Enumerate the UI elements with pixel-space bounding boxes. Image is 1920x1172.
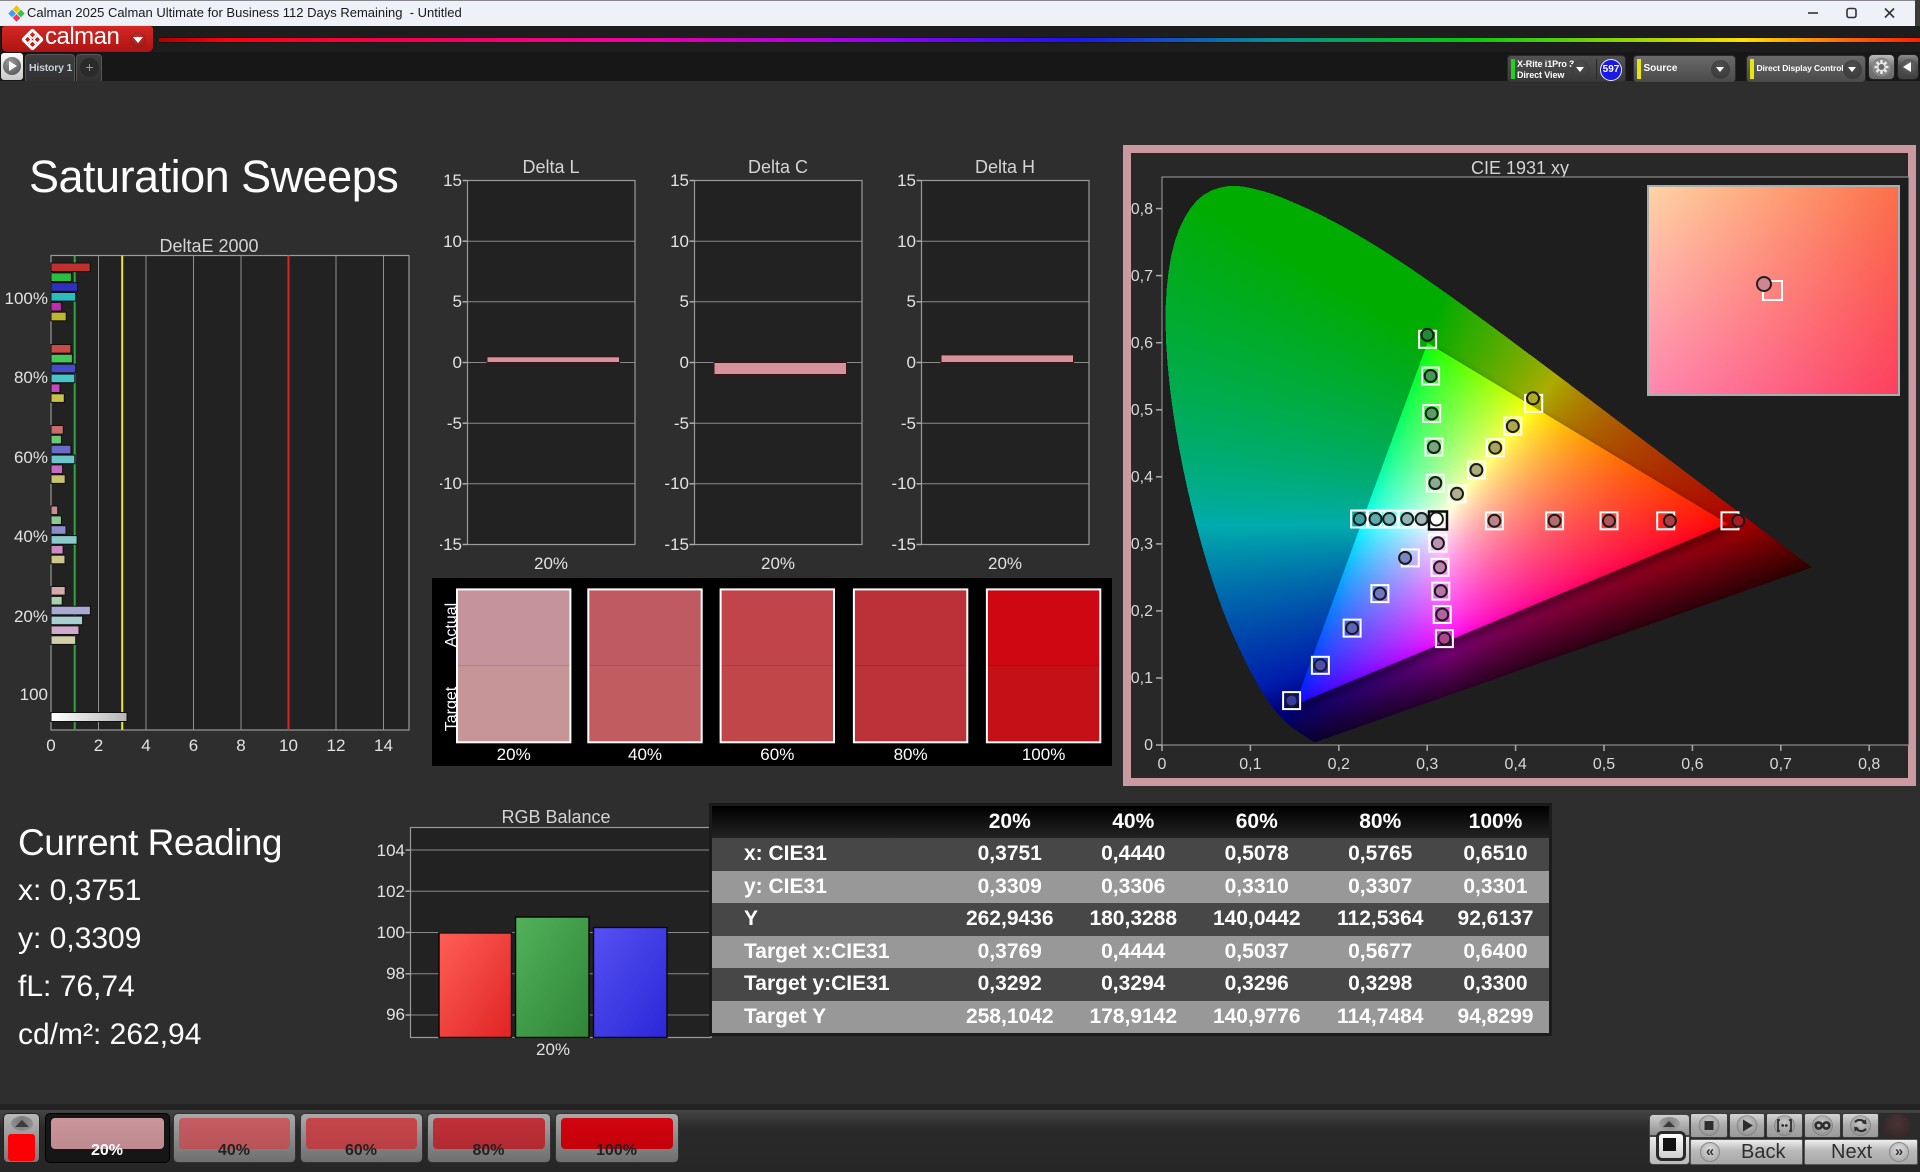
svg-text:0,2: 0,2 bbox=[1328, 756, 1350, 773]
svg-text:0: 0 bbox=[907, 353, 916, 372]
svg-text:10: 10 bbox=[897, 232, 916, 251]
svg-text:40%: 40% bbox=[628, 745, 662, 764]
svg-text:5: 5 bbox=[907, 292, 916, 311]
svg-text:60%: 60% bbox=[760, 745, 794, 764]
svg-text:-15: -15 bbox=[891, 535, 916, 554]
svg-text:14: 14 bbox=[374, 736, 393, 755]
svg-text:98: 98 bbox=[386, 964, 405, 983]
svg-text:100: 100 bbox=[377, 923, 405, 942]
svg-text:Delta H: Delta H bbox=[975, 157, 1035, 177]
svg-text:100%: 100% bbox=[1022, 745, 1065, 764]
svg-text:60%: 60% bbox=[14, 448, 48, 467]
svg-text:0: 0 bbox=[46, 736, 55, 755]
svg-text:20%: 20% bbox=[988, 554, 1022, 573]
svg-text:2: 2 bbox=[94, 736, 103, 755]
svg-text:80%: 80% bbox=[14, 368, 48, 387]
svg-text:96: 96 bbox=[386, 1005, 405, 1024]
svg-text:4: 4 bbox=[141, 736, 150, 755]
svg-text:10: 10 bbox=[443, 232, 462, 251]
svg-text:104: 104 bbox=[377, 841, 405, 860]
svg-text:10: 10 bbox=[279, 736, 298, 755]
svg-text:0: 0 bbox=[1144, 737, 1153, 754]
svg-text:20%: 20% bbox=[497, 745, 531, 764]
svg-text:Delta L: Delta L bbox=[522, 157, 579, 177]
svg-text:0,7: 0,7 bbox=[1131, 268, 1153, 285]
svg-text:100%: 100% bbox=[5, 289, 48, 308]
svg-text:100: 100 bbox=[20, 685, 48, 704]
svg-text:Delta C: Delta C bbox=[748, 157, 808, 177]
svg-text:6: 6 bbox=[189, 736, 198, 755]
svg-text:-15: -15 bbox=[664, 535, 689, 554]
svg-text:0,1: 0,1 bbox=[1131, 670, 1153, 687]
svg-text:-5: -5 bbox=[674, 414, 689, 433]
svg-text:-10: -10 bbox=[891, 474, 916, 493]
svg-text:0,8: 0,8 bbox=[1858, 756, 1880, 773]
svg-text:0,8: 0,8 bbox=[1131, 201, 1153, 218]
svg-text:15: 15 bbox=[670, 171, 689, 190]
svg-text:0,3: 0,3 bbox=[1131, 536, 1153, 553]
svg-text:0: 0 bbox=[453, 353, 462, 372]
svg-text:15: 15 bbox=[443, 171, 462, 190]
svg-text:20%: 20% bbox=[14, 607, 48, 626]
svg-text:10: 10 bbox=[670, 232, 689, 251]
svg-text:5: 5 bbox=[453, 292, 462, 311]
svg-text:12: 12 bbox=[327, 736, 346, 755]
svg-text:-10: -10 bbox=[664, 474, 689, 493]
svg-text:40%: 40% bbox=[14, 527, 48, 546]
svg-text:-10: -10 bbox=[440, 474, 462, 493]
svg-text:80%: 80% bbox=[894, 745, 928, 764]
svg-text:-15: -15 bbox=[440, 535, 462, 554]
svg-text:8: 8 bbox=[236, 736, 245, 755]
svg-text:0,7: 0,7 bbox=[1770, 756, 1792, 773]
svg-text:0,5: 0,5 bbox=[1131, 402, 1153, 419]
svg-text:20%: 20% bbox=[536, 1040, 570, 1059]
svg-text:0,4: 0,4 bbox=[1131, 469, 1153, 486]
svg-text:0: 0 bbox=[680, 353, 689, 372]
svg-text:0,2: 0,2 bbox=[1131, 603, 1153, 620]
svg-text:0: 0 bbox=[1158, 756, 1167, 773]
svg-text:0,4: 0,4 bbox=[1504, 756, 1526, 773]
svg-text:20%: 20% bbox=[761, 554, 795, 573]
svg-text:20%: 20% bbox=[534, 554, 568, 573]
svg-text:0,6: 0,6 bbox=[1131, 335, 1153, 352]
svg-text:-5: -5 bbox=[447, 414, 462, 433]
svg-text:0,6: 0,6 bbox=[1681, 756, 1703, 773]
svg-text:-5: -5 bbox=[901, 414, 916, 433]
svg-text:15: 15 bbox=[897, 171, 916, 190]
svg-text:0,1: 0,1 bbox=[1239, 756, 1261, 773]
svg-text:5: 5 bbox=[680, 292, 689, 311]
svg-text:102: 102 bbox=[377, 882, 405, 901]
svg-text:0,5: 0,5 bbox=[1593, 756, 1615, 773]
svg-text:0,3: 0,3 bbox=[1416, 756, 1438, 773]
